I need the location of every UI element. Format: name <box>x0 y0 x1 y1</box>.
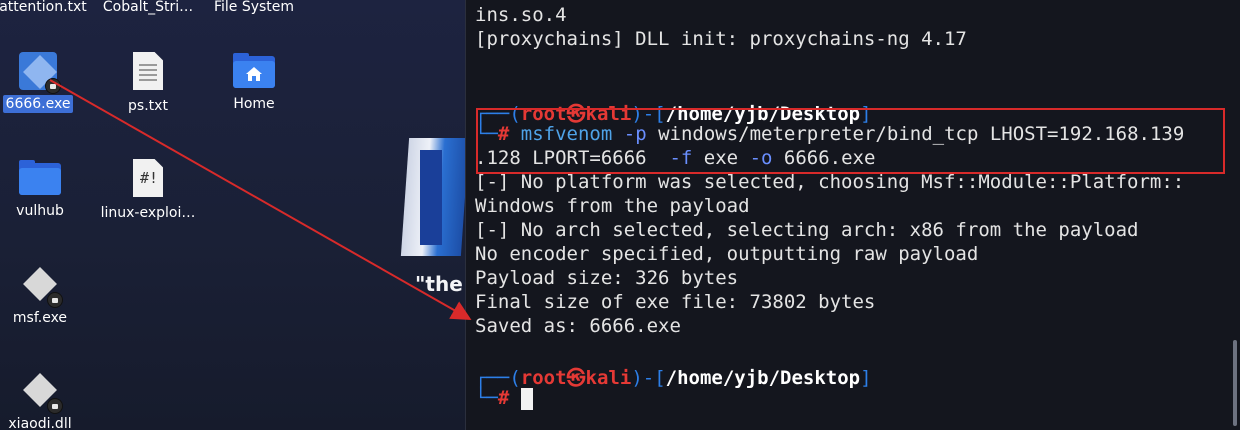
prompt-close: ] <box>860 367 872 389</box>
text-cursor <box>520 387 533 410</box>
prompt-user: root <box>520 367 567 389</box>
desktop-icon-label: linux-exploi… <box>100 205 196 221</box>
desktop-icon-label: xiaodi.dll <box>8 416 72 430</box>
desktop-icon-label: Cobalt_Stri… <box>102 0 194 15</box>
terminal-line: ins.so.4 <box>475 4 567 26</box>
output-line: Windows from the payload <box>475 195 750 217</box>
prompt-at-symbol: ㉿ <box>566 367 586 389</box>
home-folder-icon <box>233 50 275 92</box>
desktop-icon-label: ps.txt <box>128 98 168 114</box>
script-file-icon: #! <box>127 159 169 201</box>
exe-file-icon <box>17 50 61 94</box>
lock-icon <box>45 78 61 94</box>
desktop-icon-label: attention.txt <box>0 0 87 15</box>
folder-icon <box>19 157 61 199</box>
terminal-window[interactable]: ins.so.4 [proxychains] DLL init: proxych… <box>465 0 1240 430</box>
prompt-mid: )-[ <box>631 367 666 389</box>
output-line: Final size of exe file: 73802 bytes <box>475 291 876 313</box>
terminal-line: [proxychains] DLL init: proxychains-ng 4… <box>475 28 967 50</box>
output-line: Payload size: 326 bytes <box>475 267 739 289</box>
wallpaper-logo-inner <box>420 150 442 245</box>
desktop-icon-ps-txt[interactable]: ps.txt <box>93 50 203 119</box>
desktop-icon-label: File System <box>213 0 295 15</box>
prompt-corner: └─ <box>475 387 498 409</box>
desktop-icon-label: msf.exe <box>12 310 68 326</box>
prompt-path: /home/yjb/Desktop <box>665 367 861 389</box>
command-line[interactable]: └─# <box>475 387 533 410</box>
desktop-icon-label: 6666.exe <box>2 95 74 113</box>
output-line: Saved as: 6666.exe <box>475 315 681 337</box>
prompt-open: ┌──( <box>475 367 521 389</box>
desktop-icon-xiaodi-dll[interactable]: xiaodi.dll <box>0 370 95 430</box>
desktop-icon-label: vulhub <box>16 203 64 219</box>
desktop: "the attention.txt Cobalt_Stri… File Sys… <box>0 0 465 430</box>
desktop-icon-cobalt[interactable]: Cobalt_Stri… <box>93 0 203 20</box>
text-file-icon <box>127 52 169 94</box>
desktop-icon-label: Home <box>233 96 275 112</box>
prompt-line: ┌──(root㉿kali)-[/home/yjb/Desktop] <box>475 363 872 390</box>
desktop-icon-home[interactable]: Home <box>199 50 309 117</box>
annotation-highlight-box <box>476 108 1225 174</box>
wallpaper-quote: "the <box>415 272 463 296</box>
lock-icon <box>47 398 63 414</box>
terminal-scrollbar[interactable] <box>1233 340 1237 426</box>
desktop-icon-filesystem[interactable]: File System <box>199 0 309 20</box>
exe-file-icon <box>19 264 63 308</box>
prompt-hash: # <box>497 387 510 409</box>
desktop-icon-linux-exploit[interactable]: #! linux-exploi… <box>93 157 203 226</box>
shebang-glyph: #! <box>140 169 159 187</box>
prompt-host: kali <box>585 367 632 389</box>
desktop-icon-vulhub[interactable]: vulhub <box>0 157 95 224</box>
dll-file-icon <box>19 370 63 414</box>
desktop-icon-6666-exe[interactable]: 6666.exe <box>0 50 93 117</box>
desktop-icon-attention[interactable]: attention.txt <box>0 0 98 20</box>
desktop-icon-msf-exe[interactable]: msf.exe <box>0 264 95 331</box>
output-line: [-] No platform was selected, choosing M… <box>475 171 1185 193</box>
output-line: No encoder specified, outputting raw pay… <box>475 243 979 265</box>
lock-icon <box>47 292 63 308</box>
output-line: [-] No arch selected, selecting arch: x8… <box>475 219 1139 241</box>
